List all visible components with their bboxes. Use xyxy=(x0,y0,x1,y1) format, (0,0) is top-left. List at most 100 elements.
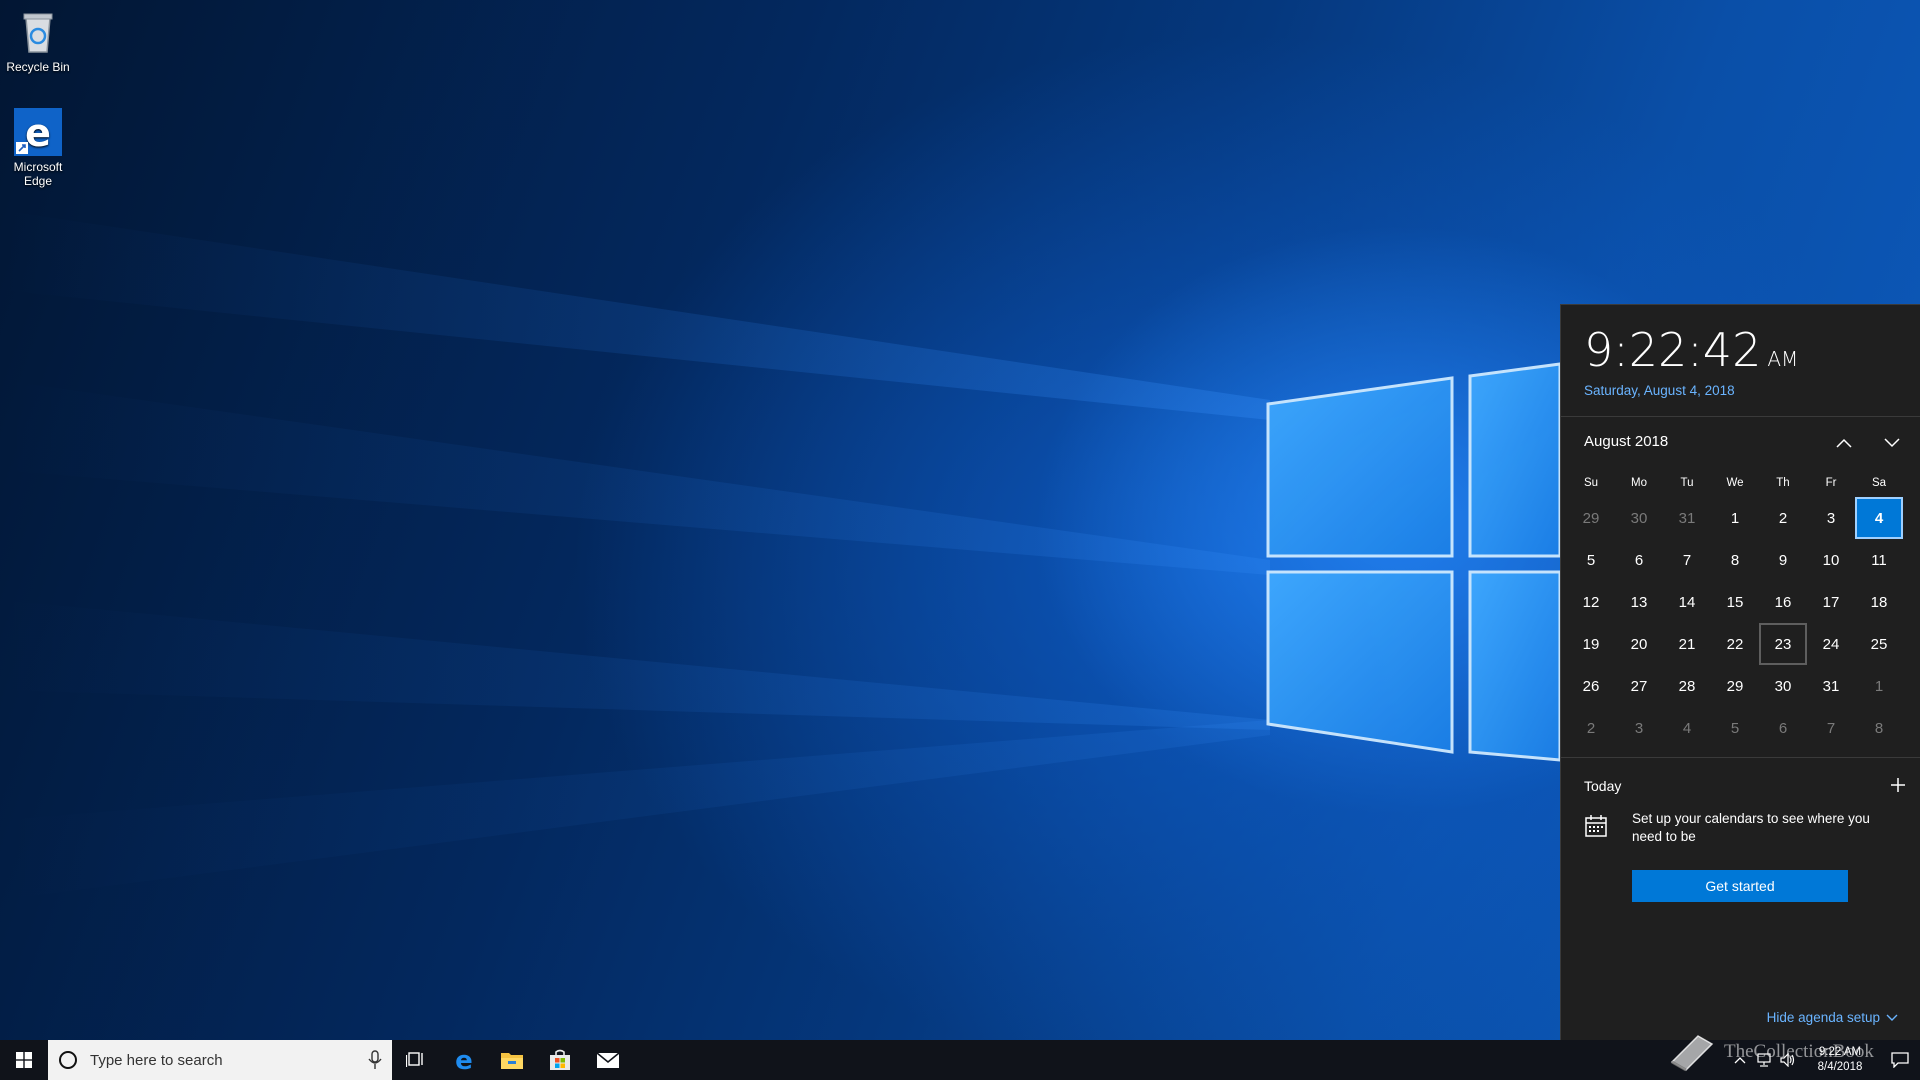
recycle-bin-icon xyxy=(14,8,62,56)
next-month-button[interactable] xyxy=(1876,429,1908,457)
desktop-icon-microsoft-edge[interactable]: e Microsoft Edge xyxy=(0,108,76,188)
taskbar-edge-button[interactable]: e xyxy=(440,1040,488,1080)
hide-agenda-setup-link[interactable]: Hide agenda setup xyxy=(1767,1010,1898,1025)
calendar-day[interactable]: 9 xyxy=(1759,539,1807,581)
calendar-day[interactable]: 3 xyxy=(1615,707,1663,749)
calendar-day[interactable]: 20 xyxy=(1615,623,1663,665)
calendar-week-row: 2345678 xyxy=(1567,707,1920,749)
calendar-day[interactable]: 2 xyxy=(1759,497,1807,539)
weekday-label: Th xyxy=(1776,477,1790,489)
clock-calendar-flyout: 9:22:42 AM Saturday, August 4, 2018 Augus… xyxy=(1560,304,1920,1040)
taskbar-file-explorer-button[interactable] xyxy=(488,1040,536,1080)
calendar-day[interactable]: 28 xyxy=(1663,665,1711,707)
calendar-day[interactable]: 29 xyxy=(1567,497,1615,539)
calendar-day[interactable]: 5 xyxy=(1711,707,1759,749)
calendar-day[interactable]: 22 xyxy=(1711,623,1759,665)
month-label[interactable]: August 2018 xyxy=(1584,433,1668,450)
weekday-label: Sa xyxy=(1871,477,1887,489)
svg-text:e: e xyxy=(455,1048,473,1072)
calendar-day[interactable]: 14 xyxy=(1663,581,1711,623)
calendar-day[interactable]: 5 xyxy=(1567,539,1615,581)
calendar-day[interactable]: 12 xyxy=(1567,581,1615,623)
edge-icon: e xyxy=(455,1048,473,1072)
taskbar: Type here to search e 9:22 AM 8/4/2018 xyxy=(0,1040,1920,1080)
microphone-icon[interactable] xyxy=(368,1050,382,1074)
watermark-text: TheCollectionBook xyxy=(1724,1041,1874,1062)
chevron-up-icon xyxy=(1836,438,1852,448)
plus-icon xyxy=(1891,778,1905,792)
weekday-label: We xyxy=(1726,477,1744,489)
calendar-day[interactable]: 23 xyxy=(1759,623,1807,665)
watermark: TheCollectionBook xyxy=(1668,1032,1874,1072)
calendar-day[interactable]: 1 xyxy=(1711,497,1759,539)
desktop-icon-label: Recycle Bin xyxy=(6,60,70,74)
calendar-week-row: 5 6 7 8 9 10 11 xyxy=(1567,539,1920,581)
calendar-day[interactable]: 4 xyxy=(1663,707,1711,749)
calendar-day[interactable]: 1 xyxy=(1855,665,1903,707)
calendar-day[interactable]: 6 xyxy=(1759,707,1807,749)
calendar-week-row: 29 30 31 1 2 3 4 xyxy=(1567,497,1920,539)
clock-section: 9:22:42 AM Saturday, August 4, 2018 xyxy=(1561,305,1920,417)
calendar-day[interactable]: 25 xyxy=(1855,623,1903,665)
calendar-day[interactable]: 16 xyxy=(1759,581,1807,623)
start-button[interactable] xyxy=(0,1040,48,1080)
calendar-day[interactable]: 17 xyxy=(1807,581,1855,623)
calendar-day[interactable]: 3 xyxy=(1807,497,1855,539)
calendar-day[interactable]: 7 xyxy=(1807,707,1855,749)
weekday-header: Su Mo Tu We Th Fr Sa xyxy=(1561,471,1920,495)
calendar-day[interactable]: 31 xyxy=(1807,665,1855,707)
clock-time: 9:22:42 AM xyxy=(1584,323,1920,377)
edge-icon: e xyxy=(14,108,62,156)
desktop-icon-recycle-bin[interactable]: Recycle Bin xyxy=(0,8,76,74)
calendar-day[interactable]: 27 xyxy=(1615,665,1663,707)
file-explorer-icon xyxy=(501,1053,523,1069)
calendar-day[interactable]: 21 xyxy=(1663,623,1711,665)
taskbar-store-button[interactable] xyxy=(536,1040,584,1080)
agenda-setup-text: Set up your calendars to see where you n… xyxy=(1632,811,1870,844)
calendar-day[interactable]: 26 xyxy=(1567,665,1615,707)
calendar-day[interactable]: 2 xyxy=(1567,707,1615,749)
calendar-day[interactable]: 19 xyxy=(1567,623,1615,665)
chevron-down-icon xyxy=(1884,438,1900,448)
book-logo-icon xyxy=(1670,1035,1714,1072)
action-center-button[interactable] xyxy=(1880,1040,1920,1080)
calendar-day[interactable]: 15 xyxy=(1711,581,1759,623)
add-event-button[interactable] xyxy=(1885,772,1911,798)
clock-time-value: 9:22:42 xyxy=(1584,323,1762,377)
task-view-icon xyxy=(406,1052,423,1067)
calendar-day[interactable]: 13 xyxy=(1615,581,1663,623)
calendar-day[interactable]: 30 xyxy=(1615,497,1663,539)
task-view-button[interactable] xyxy=(392,1040,440,1080)
calendar-day[interactable]: 31 xyxy=(1663,497,1711,539)
calendar-day[interactable]: 10 xyxy=(1807,539,1855,581)
cortana-circle-icon xyxy=(59,1051,77,1069)
taskbar-mail-button[interactable] xyxy=(584,1040,632,1080)
notification-icon xyxy=(1891,1052,1909,1068)
calendar-day[interactable]: 18 xyxy=(1855,581,1903,623)
weekday-label: Fr xyxy=(1825,477,1837,489)
agenda-title: Today xyxy=(1584,778,1622,794)
clock-ampm: AM xyxy=(1767,347,1799,371)
search-placeholder: Type here to search xyxy=(90,1051,223,1069)
previous-month-button[interactable] xyxy=(1828,429,1860,457)
weekday-label: Tu xyxy=(1680,477,1694,489)
mail-icon xyxy=(596,1052,620,1068)
calendar-day[interactable]: 29 xyxy=(1711,665,1759,707)
calendar-day[interactable]: 24 xyxy=(1807,623,1855,665)
long-date-link[interactable]: Saturday, August 4, 2018 xyxy=(1584,383,1920,398)
calendar-day[interactable]: 7 xyxy=(1663,539,1711,581)
weekday-label: Mo xyxy=(1631,477,1647,489)
calendar-day[interactable]: 8 xyxy=(1855,707,1903,749)
calendar-day-today[interactable]: 4 xyxy=(1855,497,1903,539)
desktop-icon-label: Microsoft Edge xyxy=(13,160,63,188)
windows-logo-icon xyxy=(16,1052,32,1068)
calendar-day[interactable]: 8 xyxy=(1711,539,1759,581)
calendar-week-row: 12 13 14 15 16 17 18 xyxy=(1567,581,1920,623)
taskbar-search-box[interactable]: Type here to search xyxy=(48,1040,392,1080)
store-icon xyxy=(550,1049,570,1070)
calendar-day[interactable]: 6 xyxy=(1615,539,1663,581)
calendar-day[interactable]: 11 xyxy=(1855,539,1903,581)
calendar-day[interactable]: 30 xyxy=(1759,665,1807,707)
month-header: August 2018 xyxy=(1561,417,1920,471)
get-started-button[interactable]: Get started xyxy=(1632,870,1848,902)
